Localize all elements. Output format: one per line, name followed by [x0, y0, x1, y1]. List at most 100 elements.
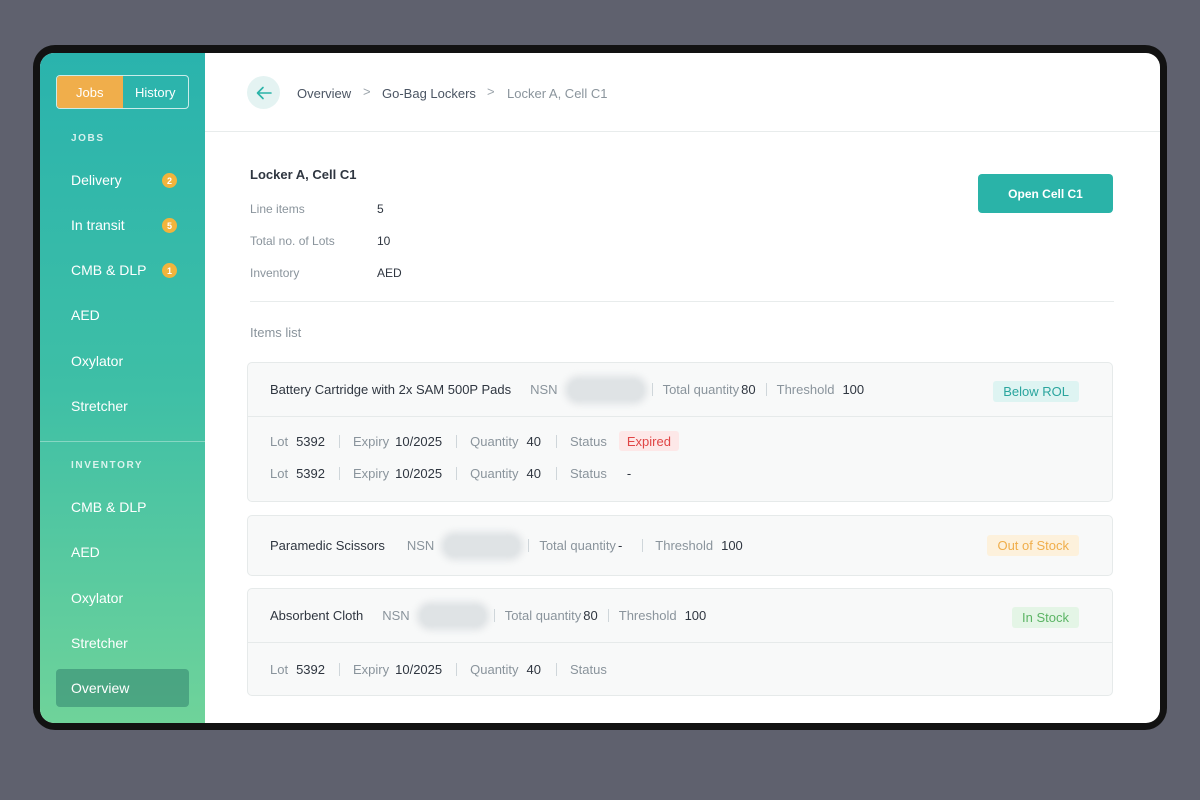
- sidebar-item-oxylator[interactable]: Oxylator: [56, 342, 189, 380]
- breadcrumb-overview[interactable]: Overview: [297, 86, 351, 101]
- total-quantity-label: Total quantity: [662, 382, 740, 397]
- quantity-label: Quantity: [470, 465, 519, 481]
- sidebar-item-label: Stretcher: [71, 398, 128, 414]
- jobs-section-heading: JOBS: [71, 133, 105, 144]
- open-cell-button[interactable]: Open Cell C1: [978, 174, 1113, 213]
- app-screen: Jobs History JOBS Delivery 2 In transit …: [40, 53, 1160, 723]
- lot-row: Lot 5392 Expiry 10/2025 Quantity 40 Stat…: [248, 425, 1112, 457]
- quantity-value: 40: [526, 433, 542, 449]
- sidebar-item-label: Delivery: [71, 172, 122, 188]
- sidebar-item-aed[interactable]: AED: [56, 296, 189, 334]
- nsn-redacted-value: [419, 604, 486, 627]
- count-badge: 1: [162, 263, 177, 278]
- sidebar-item-stretcher[interactable]: Stretcher: [56, 387, 189, 425]
- item-card: Absorbent Cloth NSN Total quantity 80 Th…: [247, 588, 1113, 696]
- section-divider: [250, 301, 1114, 302]
- breadcrumb-current: Locker A, Cell C1: [507, 86, 608, 101]
- total-quantity-value: 80: [741, 382, 756, 397]
- threshold-label: Threshold: [655, 538, 714, 553]
- sidebar-item-label: Oxylator: [71, 353, 124, 369]
- sidebar-item-inventory-aed[interactable]: AED: [56, 533, 189, 571]
- stock-status-badge: Below ROL: [993, 381, 1079, 402]
- item-card: Battery Cartridge with 2x SAM 500P Pads …: [247, 362, 1113, 502]
- sidebar-item-inventory-oxylator[interactable]: Oxylator: [56, 579, 189, 617]
- field-separator: [456, 434, 458, 448]
- sidebar-item-overview[interactable]: Overview: [56, 669, 189, 707]
- quantity-label: Quantity: [470, 661, 519, 677]
- sidebar-item-inventory-cmb-dlp[interactable]: CMB & DLP: [56, 488, 189, 526]
- breadcrumb-go-bag-lockers[interactable]: Go-Bag Lockers: [382, 86, 476, 101]
- sidebar-item-cmb-dlp[interactable]: CMB & DLP 1: [56, 251, 189, 289]
- field-separator: [493, 609, 495, 622]
- status-label: Status: [570, 661, 607, 677]
- field-separator: [528, 539, 530, 552]
- lot-label: Lot: [270, 465, 289, 481]
- threshold-value: 100: [721, 538, 743, 553]
- item-card: Paramedic Scissors NSN Total quantity - …: [247, 515, 1113, 576]
- lot-value: 5392: [296, 465, 325, 481]
- field-separator: [556, 662, 558, 676]
- sidebar-item-label: Stretcher: [71, 635, 128, 651]
- cell-title: Locker A, Cell C1: [250, 167, 357, 182]
- toggle-history[interactable]: History: [123, 76, 189, 108]
- sidebar-item-label: AED: [71, 307, 100, 323]
- stock-status-badge: In Stock: [1012, 607, 1079, 628]
- total-lots-value: 10: [377, 234, 391, 248]
- sidebar-item-delivery[interactable]: Delivery 2: [56, 161, 189, 199]
- field-separator: [642, 539, 644, 552]
- sidebar-item-in-transit[interactable]: In transit 5: [56, 206, 189, 244]
- item-card-header: Battery Cartridge with 2x SAM 500P Pads …: [248, 363, 1112, 417]
- item-name: Battery Cartridge with 2x SAM 500P Pads: [270, 382, 512, 397]
- nsn-label: NSN: [530, 382, 558, 397]
- total-lots-label: Total no. of Lots: [250, 234, 335, 248]
- threshold-value: 100: [842, 382, 865, 397]
- expiry-label: Expiry: [353, 465, 390, 481]
- item-card-header: Absorbent Cloth NSN Total quantity 80 Th…: [248, 589, 1112, 643]
- nsn-label: NSN: [406, 538, 435, 553]
- inventory-label: Inventory: [250, 266, 300, 280]
- lot-label: Lot: [270, 433, 289, 449]
- quantity-value: 40: [526, 465, 542, 481]
- toggle-jobs[interactable]: Jobs: [57, 76, 123, 108]
- sidebar-item-label: CMB & DLP: [71, 499, 147, 515]
- total-quantity-value: 80: [583, 608, 598, 623]
- expiry-value: 10/2025: [395, 661, 443, 677]
- field-separator: [556, 466, 558, 480]
- count-badge: 2: [162, 173, 177, 188]
- lot-label: Lot: [270, 661, 289, 677]
- total-quantity-value: -: [617, 538, 623, 553]
- arrow-left-icon: [256, 86, 272, 99]
- back-button[interactable]: [247, 76, 280, 109]
- item-card-header: Paramedic Scissors NSN Total quantity - …: [248, 516, 1112, 575]
- line-items-value: 5: [377, 202, 384, 216]
- inventory-section-heading: INVENTORY: [71, 460, 144, 471]
- jobs-history-toggle: Jobs History: [56, 75, 189, 109]
- nsn-label: NSN: [382, 608, 410, 623]
- expiry-value: 10/2025: [395, 433, 443, 449]
- sidebar-divider: [40, 441, 205, 442]
- lot-status-expired-badge: Expired: [618, 431, 679, 451]
- inventory-value: AED: [377, 266, 402, 280]
- lot-row: Lot 5392 Expiry 10/2025 Quantity 40 Stat…: [248, 457, 1112, 489]
- total-quantity-label: Total quantity: [504, 608, 582, 623]
- field-separator: [339, 662, 340, 676]
- field-separator: [456, 466, 458, 480]
- main-content: Overview > Go-Bag Lockers > Locker A, Ce…: [205, 53, 1160, 723]
- total-quantity-label: Total quantity: [539, 538, 616, 553]
- field-separator: [456, 662, 458, 676]
- sidebar-item-inventory-stretcher[interactable]: Stretcher: [56, 624, 189, 662]
- status-label: Status: [570, 433, 607, 449]
- lot-list: Lot 5392 Expiry 10/2025 Quantity 40 Stat…: [248, 643, 1112, 685]
- quantity-label: Quantity: [470, 433, 519, 449]
- breadcrumb-separator: >: [363, 84, 371, 99]
- field-separator: [556, 434, 558, 448]
- count-badge: 5: [162, 218, 177, 233]
- threshold-label: Threshold: [618, 608, 677, 623]
- item-name: Absorbent Cloth: [270, 608, 364, 623]
- expiry-label: Expiry: [353, 661, 390, 677]
- lot-value: 5392: [296, 433, 325, 449]
- items-list-heading: Items list: [250, 325, 302, 340]
- sidebar-item-label: Overview: [71, 680, 130, 696]
- stock-status-badge: Out of Stock: [987, 535, 1079, 556]
- lot-row: Lot 5392 Expiry 10/2025 Quantity 40 Stat…: [248, 653, 1112, 685]
